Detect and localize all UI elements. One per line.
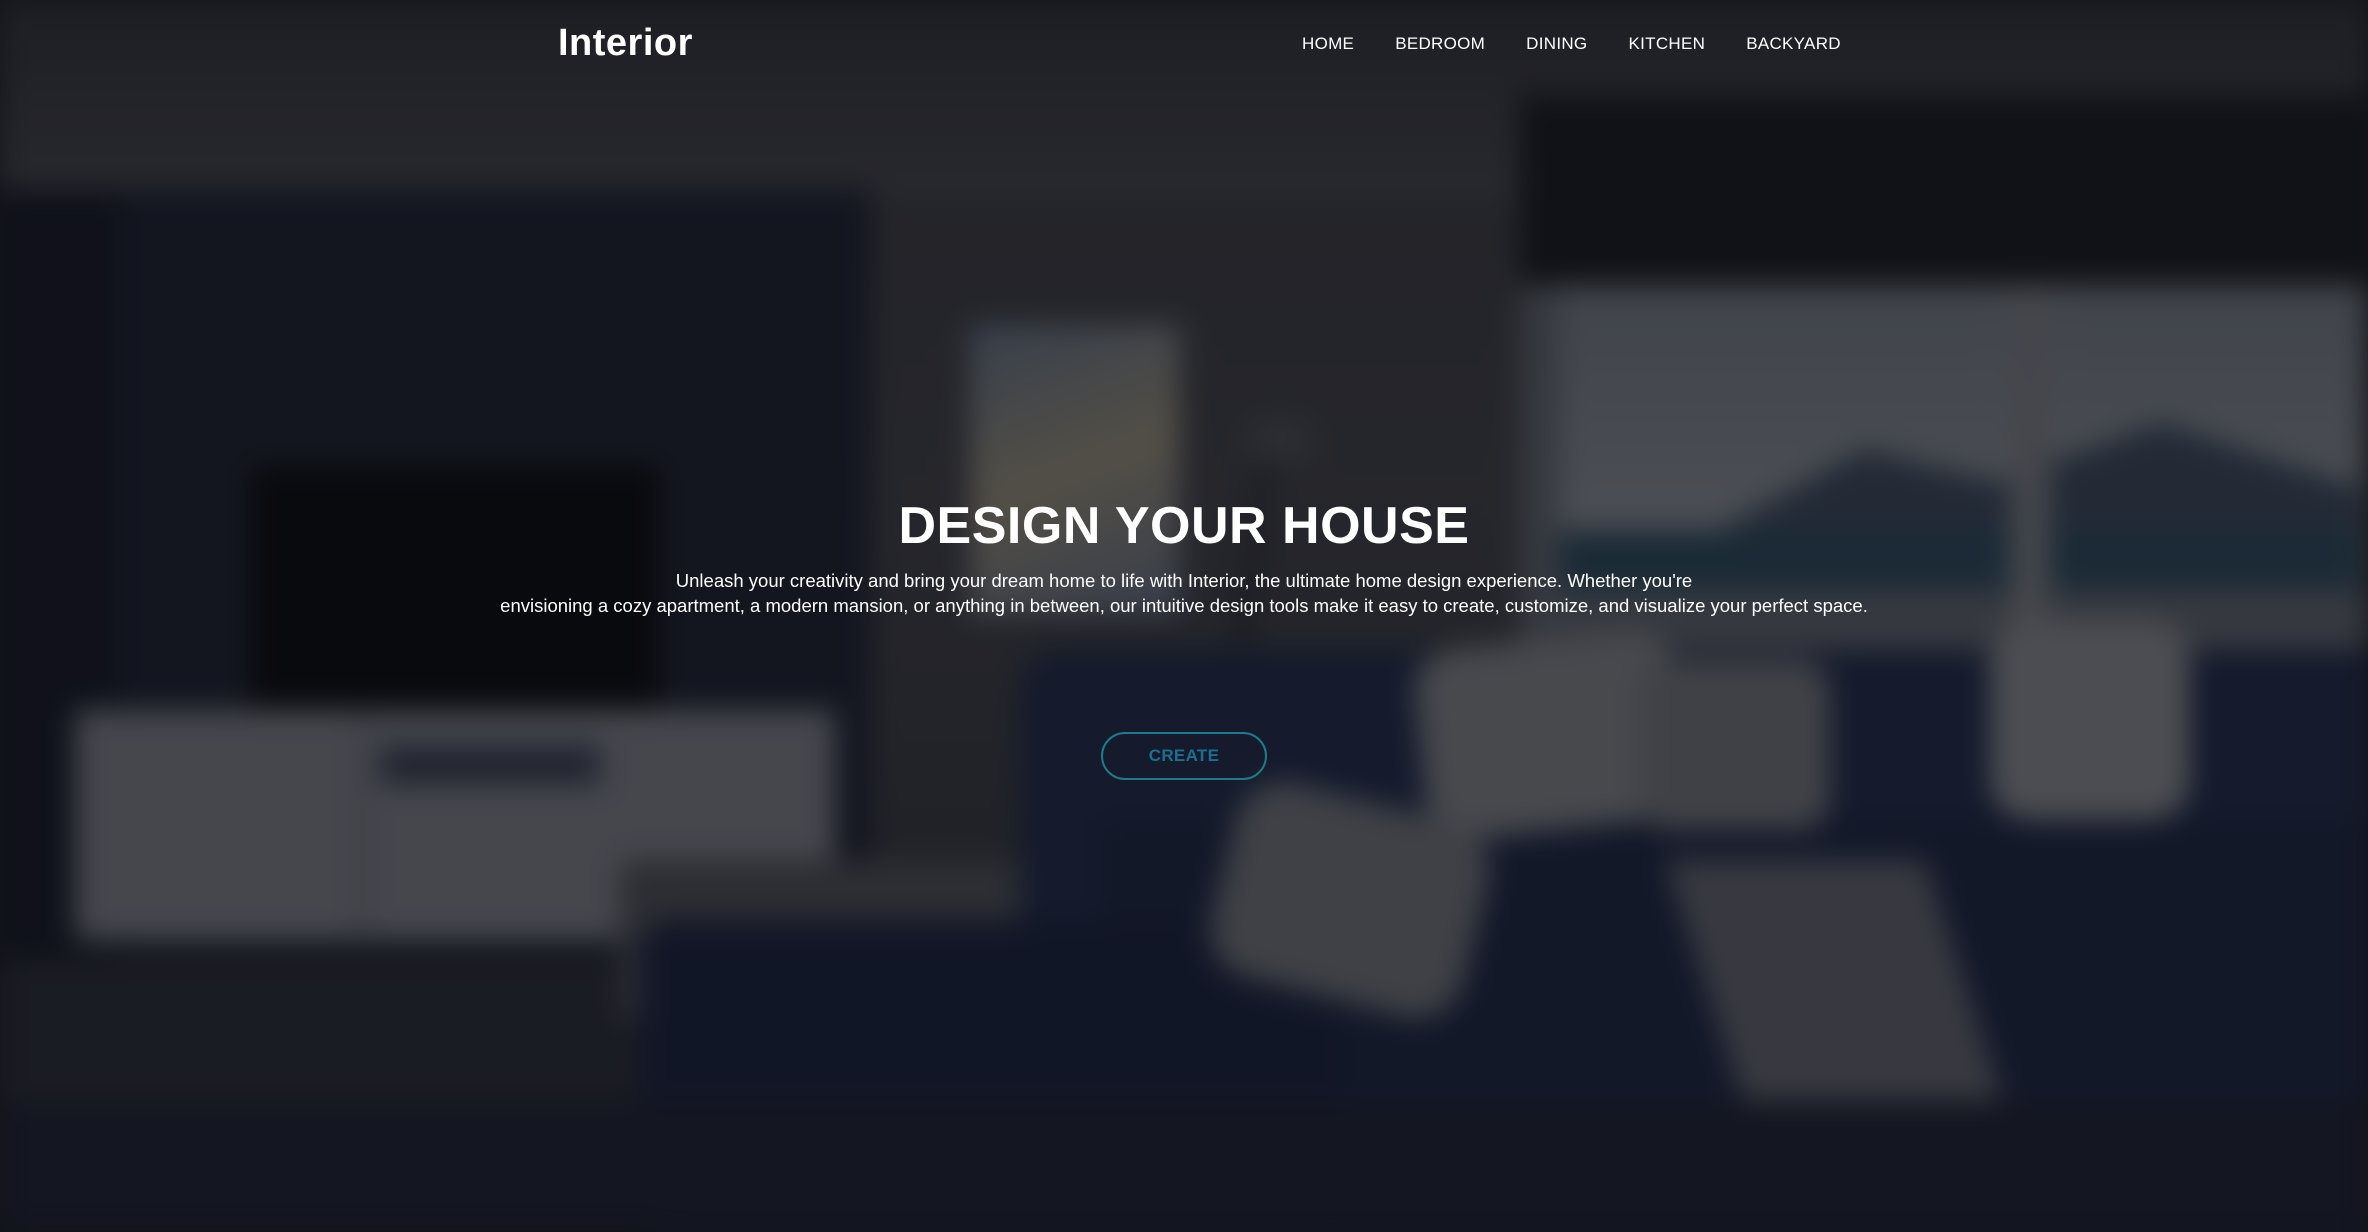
main-menu: HOME BEDROOM DINING KITCHEN BACKYARD bbox=[1302, 34, 1841, 54]
brand-logo[interactable]: Interior bbox=[558, 22, 693, 65]
hero-description-line-1: Unleash your creativity and bring your d… bbox=[675, 570, 1693, 591]
nav-item-dining[interactable]: DINING bbox=[1526, 34, 1587, 54]
create-button[interactable]: CREATE bbox=[1101, 732, 1267, 780]
nav-item-backyard[interactable]: BACKYARD bbox=[1746, 34, 1841, 54]
hero-description: Unleash your creativity and bring your d… bbox=[0, 568, 2368, 618]
hero-headline: DESIGN YOUR HOUSE bbox=[898, 497, 1470, 555]
nav-item-kitchen[interactable]: KITCHEN bbox=[1628, 34, 1705, 54]
hero-description-line-2: envisioning a cozy apartment, a modern m… bbox=[500, 595, 1868, 616]
hero-content: DESIGN YOUR HOUSE Unleash your creativit… bbox=[0, 496, 2368, 618]
nav-item-bedroom[interactable]: BEDROOM bbox=[1395, 34, 1485, 54]
hero-section: Interior HOME BEDROOM DINING KITCHEN BAC… bbox=[0, 0, 2368, 1232]
nav-item-home[interactable]: HOME bbox=[1302, 34, 1354, 54]
top-navigation: Interior HOME BEDROOM DINING KITCHEN BAC… bbox=[0, 0, 2368, 92]
